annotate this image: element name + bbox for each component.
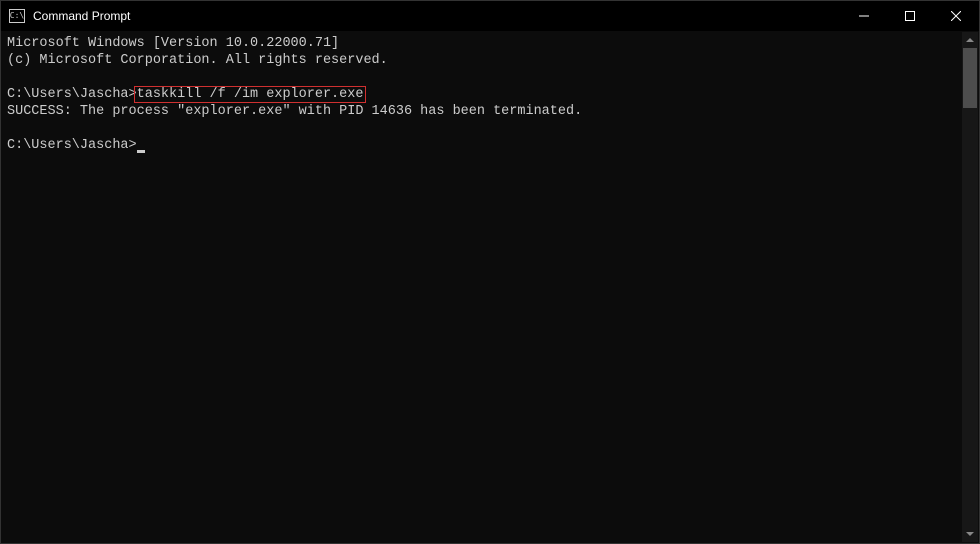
scroll-down-arrow[interactable] — [962, 526, 978, 542]
close-icon — [951, 11, 961, 21]
highlighted-command: taskkill /f /im explorer.exe — [134, 86, 367, 103]
terminal-output[interactable]: Microsoft Windows [Version 10.0.22000.71… — [1, 31, 979, 543]
scroll-up-arrow[interactable] — [962, 32, 978, 48]
cmd-icon: C:\ — [9, 9, 25, 23]
cursor — [137, 150, 145, 153]
copyright-line: (c) Microsoft Corporation. All rights re… — [7, 52, 973, 69]
window-controls — [841, 1, 979, 31]
prompt-1: C:\Users\Jascha> — [7, 87, 137, 102]
command-line-1: C:\Users\Jascha>taskkill /f /im explorer… — [7, 86, 973, 103]
titlebar[interactable]: C:\ Command Prompt — [1, 1, 979, 31]
minimize-button[interactable] — [841, 1, 887, 31]
version-line: Microsoft Windows [Version 10.0.22000.71… — [7, 35, 973, 52]
success-output: SUCCESS: The process "explorer.exe" with… — [7, 103, 973, 120]
minimize-icon — [859, 11, 869, 21]
maximize-icon — [905, 11, 915, 21]
close-button[interactable] — [933, 1, 979, 31]
maximize-button[interactable] — [887, 1, 933, 31]
window-title: Command Prompt — [33, 9, 841, 23]
scroll-track[interactable] — [962, 108, 978, 526]
chevron-up-icon — [966, 38, 974, 42]
chevron-down-icon — [966, 532, 974, 536]
command-prompt-window: C:\ Command Prompt Microsoft Windows — [0, 0, 980, 544]
scroll-thumb[interactable] — [963, 48, 977, 108]
command-line-2: C:\Users\Jascha> — [7, 137, 973, 154]
prompt-2: C:\Users\Jascha> — [7, 138, 137, 153]
scrollbar[interactable] — [962, 32, 978, 542]
